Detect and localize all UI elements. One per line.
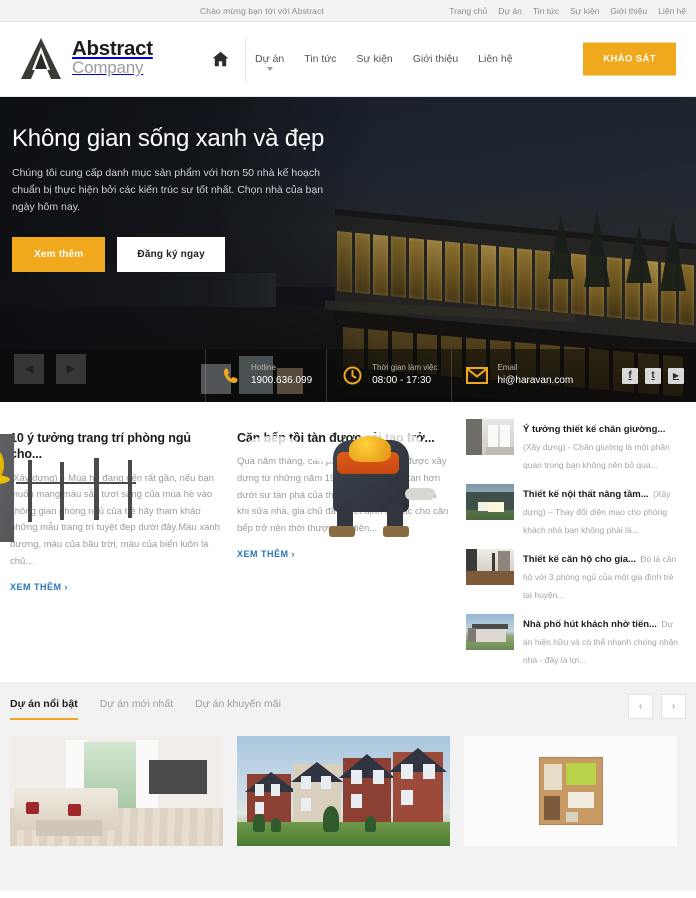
hero-description: Chúng tôi cung cấp danh mục sản phẩm với… bbox=[12, 166, 324, 214]
top-utility-bar: Chào mừng bạn tới với Abstract Trang chủ… bbox=[0, 0, 696, 22]
welcome-message: Chào mừng bạn tới với Abstract bbox=[200, 5, 324, 16]
top-nav-link-contact[interactable]: Liên hệ bbox=[658, 6, 686, 16]
list-item[interactable]: Thiết kế căn hộ cho gia... Đó là căn hộ … bbox=[466, 549, 683, 603]
projects-prev-button[interactable]: ‹ bbox=[628, 694, 653, 719]
featured-article-1: 10 ý tưởng trang trí phòng ngủ cho... (X… bbox=[0, 419, 222, 682]
top-nav-link-home[interactable]: Trang chủ bbox=[449, 6, 487, 16]
contact-email-text: Email hi@haravan.com bbox=[497, 363, 573, 387]
page-root: Chào mừng bạn tới với Abstract Trang chủ… bbox=[0, 0, 696, 898]
nav-item-projects[interactable]: Dự án bbox=[255, 51, 285, 71]
tab-newest-projects[interactable]: Dự án mới nhất bbox=[100, 698, 173, 720]
news-section: 10 ý tưởng trang trí phòng ngủ cho... (X… bbox=[0, 356, 696, 682]
nav-item-projects-label: Dự án bbox=[255, 53, 285, 65]
hero-register-button[interactable]: Đăng ký ngay bbox=[117, 236, 225, 272]
logo[interactable]: Abstract Company bbox=[20, 37, 153, 81]
contact-hours-label: Thời gian làm việc bbox=[372, 363, 438, 373]
news-sidebar-item-3-thumb[interactable] bbox=[466, 549, 514, 585]
top-nav-link-news[interactable]: Tin tức bbox=[533, 6, 559, 16]
featured-article-2-readmore[interactable]: XEM THÊM › bbox=[237, 549, 295, 559]
contact-hours-text: Thời gian làm việc 08:00 - 17:30 bbox=[372, 363, 437, 387]
social-links: f t ▶ bbox=[622, 367, 684, 384]
nav-item-news[interactable]: Tin tức bbox=[304, 51, 336, 67]
site-header: Abstract Company Dự án Tin tức Sự kiện G… bbox=[0, 22, 696, 97]
news-sidebar-item-1-excerpt: (Xây dựng) - Chân giường là một phần qua… bbox=[523, 442, 670, 470]
logo-mark-icon bbox=[20, 37, 63, 81]
nav-item-about[interactable]: Giới thiệu bbox=[413, 51, 458, 67]
home-icon[interactable] bbox=[207, 46, 233, 72]
news-sidebar-item-1-thumb[interactable] bbox=[466, 419, 514, 455]
news-sidebar-item-1-title[interactable]: Ý tưởng thiết kế chân giường... bbox=[523, 424, 665, 435]
hero-slider: Không gian sống xanh và đẹp Chúng tôi cu… bbox=[0, 97, 696, 402]
tab-featured-projects[interactable]: Dự án nổi bật bbox=[10, 698, 78, 720]
projects-grid bbox=[10, 736, 686, 846]
hero-contact-bar: Hotline 1900.636.099 Thời gian làm việc … bbox=[0, 349, 696, 402]
hero-buttons: Xem thêm Đăng ký ngay bbox=[12, 236, 357, 272]
header-divider bbox=[245, 37, 246, 83]
featured-article-2: Căn bếp tồi tàn được cải tạo trở... Qua … bbox=[201, 356, 449, 682]
project-card-1[interactable] bbox=[10, 736, 223, 846]
nav-item-events[interactable]: Sự kiện bbox=[357, 51, 393, 67]
news-sidebar-item-4-title[interactable]: Nhà phố hút khách nhờ tiến... bbox=[523, 619, 657, 630]
logo-subtitle: Company bbox=[72, 58, 144, 78]
nav-item-contact[interactable]: Liên hệ bbox=[478, 51, 512, 67]
contact-hotline-label: Hotline bbox=[251, 363, 276, 373]
news-sidebar-item-3-title[interactable]: Thiết kế căn hộ cho gia... bbox=[523, 554, 636, 565]
project-tabs: Dự án nổi bật Dự án mới nhất Dự án khuyế… bbox=[10, 698, 686, 720]
tab-promo-projects[interactable]: Dự án khuyến mãi bbox=[195, 698, 281, 720]
phone-icon bbox=[220, 365, 242, 387]
news-sidebar-item-3-text: Thiết kế căn hộ cho gia... Đó là căn hộ … bbox=[523, 549, 683, 603]
survey-button[interactable]: KHẢO SÁT bbox=[583, 42, 676, 76]
youtube-icon[interactable]: ▶ bbox=[668, 367, 684, 384]
facebook-icon[interactable]: f bbox=[622, 367, 638, 384]
top-nav: Trang chủ Dự án Tin tức Sự kiện Giới thi… bbox=[449, 6, 686, 16]
featured-article-1-excerpt: (Xây dựng) – Mùa hè đang đến rất gần, nế… bbox=[10, 472, 220, 567]
main-nav: Dự án Tin tức Sự kiện Giới thiệu Liên hệ bbox=[255, 51, 513, 71]
news-sidebar-item-2-text: Thiết kế nội thất nâng tầm... (Xây dựng)… bbox=[523, 484, 683, 538]
contact-hotline[interactable]: Hotline 1900.636.099 bbox=[205, 349, 326, 402]
list-item[interactable]: Nhà phố hút khách nhờ tiến... Dự án hiện… bbox=[466, 614, 683, 668]
projects-next-button[interactable]: › bbox=[661, 694, 686, 719]
readmore-label: XEM THÊM bbox=[10, 582, 62, 593]
top-nav-link-projects[interactable]: Dự án bbox=[498, 6, 522, 16]
contact-hours-value: 08:00 - 17:30 bbox=[372, 375, 432, 387]
projects-section: Dự án nổi bật Dự án mới nhất Dự án khuyế… bbox=[0, 682, 696, 890]
news-sidebar-list: Ý tưởng thiết kế chân giường... (Xây dựn… bbox=[466, 419, 683, 682]
list-item[interactable]: Ý tưởng thiết kế chân giường... (Xây dựn… bbox=[466, 419, 683, 473]
hero-content: Không gian sống xanh và đẹp Chúng tôi cu… bbox=[12, 125, 357, 272]
contact-email[interactable]: Email hi@haravan.com bbox=[451, 349, 587, 402]
contact-hotline-text: Hotline 1900.636.099 bbox=[251, 363, 312, 387]
contact-hotline-value: 1900.636.099 bbox=[251, 375, 313, 387]
logo-title: Abstract bbox=[72, 36, 153, 60]
news-sidebar-item-2-thumb[interactable] bbox=[466, 484, 514, 520]
featured-article-1-readmore[interactable]: XEM THÊM › bbox=[10, 582, 68, 592]
contact-email-value: hi@haravan.com bbox=[497, 375, 574, 387]
contact-email-label: Email bbox=[497, 363, 518, 373]
top-nav-link-about[interactable]: Giới thiệu bbox=[610, 6, 647, 16]
news-sidebar-item-1-text: Ý tưởng thiết kế chân giường... (Xây dựn… bbox=[523, 419, 683, 473]
projects-carousel-controls: ‹ › bbox=[628, 694, 686, 719]
mail-icon bbox=[466, 365, 489, 387]
news-sidebar-item-4-text: Nhà phố hút khách nhờ tiến... Dự án hiện… bbox=[523, 614, 683, 668]
top-nav-link-events[interactable]: Sự kiện bbox=[570, 6, 599, 16]
clock-icon bbox=[341, 365, 363, 387]
project-card-2[interactable] bbox=[237, 736, 450, 846]
logo-text: Abstract Company bbox=[72, 38, 153, 80]
contact-hours[interactable]: Thời gian làm việc 08:00 - 17:30 bbox=[326, 349, 451, 402]
project-card-3[interactable] bbox=[464, 736, 677, 846]
readmore-label: XEM THÊM bbox=[237, 549, 289, 560]
featured-article-1-title[interactable]: 10 ý tưởng trang trí phòng ngủ cho... bbox=[10, 430, 222, 463]
news-sidebar-item-2-title[interactable]: Thiết kế nội thất nâng tầm... bbox=[523, 489, 649, 500]
chevron-down-icon bbox=[266, 67, 273, 71]
hero-learn-more-button[interactable]: Xem thêm bbox=[12, 236, 106, 272]
list-item[interactable]: Thiết kế nội thất nâng tầm... (Xây dựng)… bbox=[466, 484, 683, 538]
news-sidebar-item-4-thumb[interactable] bbox=[466, 614, 514, 650]
twitter-icon[interactable]: t bbox=[645, 367, 661, 384]
hero-title: Không gian sống xanh và đẹp bbox=[12, 125, 325, 152]
